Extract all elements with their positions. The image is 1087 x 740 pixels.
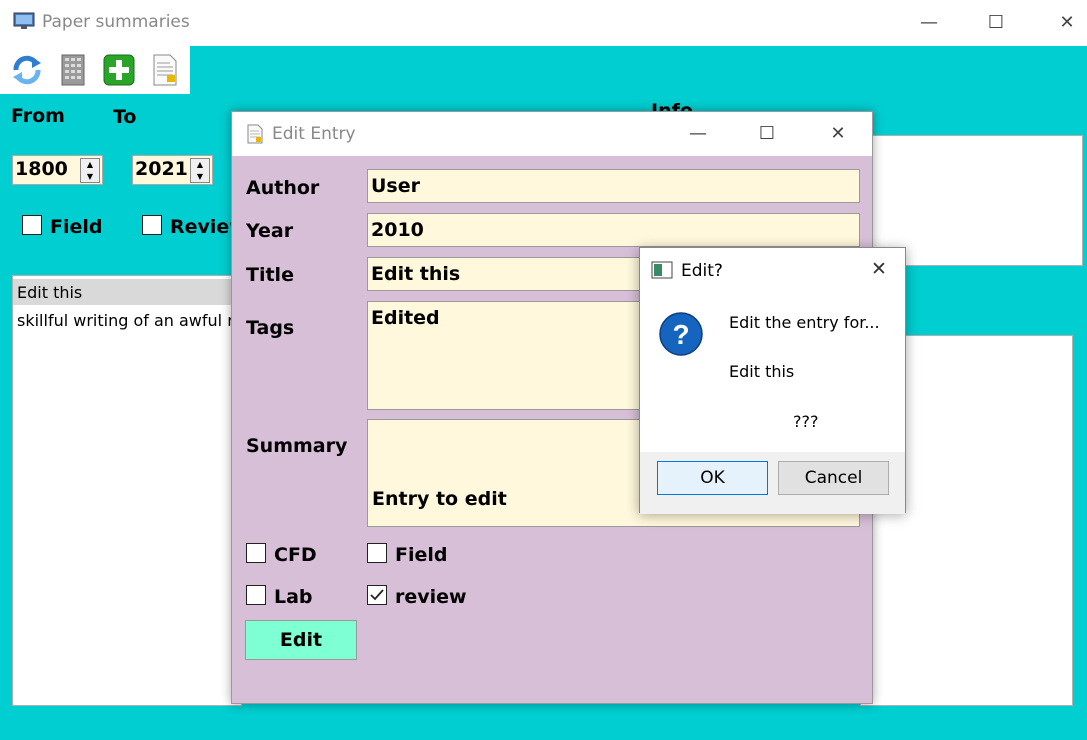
filter-field-label: Field <box>50 216 103 238</box>
confirm-message-line1: Edit the entry for... <box>729 313 880 332</box>
chevron-down-icon[interactable]: ▼ <box>81 172 99 182</box>
cfd-label: CFD <box>274 544 317 566</box>
tags-label: Tags <box>246 317 295 339</box>
dialog-minimize-button[interactable]: — <box>675 119 721 149</box>
to-year-stepper[interactable]: ▲ ▼ <box>190 158 210 183</box>
maximize-button[interactable]: ☐ <box>973 8 1019 38</box>
year-label: Year <box>246 220 294 242</box>
entries-list[interactable]: Edit this skillful writing of an awful r… <box>12 275 242 706</box>
lab-label: Lab <box>274 586 313 608</box>
close-button[interactable]: ✕ <box>1044 8 1087 38</box>
main-window-title: Paper summaries <box>42 12 190 32</box>
document-icon[interactable] <box>148 53 182 87</box>
confirm-dialog: Edit? ✕ ? Edit the entry for... Edit thi… <box>639 247 906 514</box>
question-icon: ? <box>659 312 703 356</box>
refresh-icon[interactable] <box>10 53 44 87</box>
filter-field-checkbox[interactable] <box>22 215 42 235</box>
chevron-up-icon[interactable]: ▲ <box>191 160 209 170</box>
edit-dialog-title-bar: Edit Entry — ☐ ✕ <box>232 112 872 156</box>
summary-text: Entry to edit <box>372 488 507 510</box>
dialog-close-button[interactable]: ✕ <box>815 119 861 149</box>
edit-button[interactable]: Edit <box>245 620 357 660</box>
review-label: review <box>395 586 467 608</box>
confirm-button-bar: OK Cancel <box>640 452 905 514</box>
monitor-icon <box>13 12 35 29</box>
svg-text:?: ? <box>672 319 689 350</box>
add-icon[interactable] <box>102 53 136 87</box>
confirm-message-line3: ??? <box>793 412 819 431</box>
from-year-value: 1800 <box>15 158 68 180</box>
document-icon <box>247 124 263 144</box>
chevron-up-icon[interactable]: ▲ <box>81 160 99 170</box>
review-checkbox[interactable] <box>367 585 387 605</box>
author-label: Author <box>246 177 320 199</box>
author-field[interactable]: User <box>367 169 860 203</box>
minimize-button[interactable]: — <box>906 8 952 38</box>
from-year-spinbox[interactable]: 1800 ▲ ▼ <box>12 155 103 185</box>
cancel-button[interactable]: Cancel <box>778 461 889 495</box>
from-year-stepper[interactable]: ▲ ▼ <box>80 158 100 183</box>
title-label: Title <box>246 264 294 286</box>
from-label: From <box>11 105 65 127</box>
year-field[interactable]: 2010 <box>367 213 860 247</box>
confirm-dialog-title: Edit? <box>681 261 723 281</box>
confirm-message-line2: Edit this <box>729 362 795 381</box>
lab-checkbox[interactable] <box>246 585 266 605</box>
to-year-spinbox[interactable]: 2021 ▲ ▼ <box>132 155 213 185</box>
checkmark-icon <box>370 589 384 601</box>
summary-label: Summary <box>246 435 348 457</box>
filter-review-checkbox[interactable] <box>142 215 162 235</box>
field-label: Field <box>395 544 448 566</box>
chevron-down-icon[interactable]: ▼ <box>191 172 209 182</box>
ok-button[interactable]: OK <box>657 461 768 495</box>
list-item-title: Edit this <box>17 283 83 302</box>
dialog-maximize-button[interactable]: ☐ <box>744 119 790 149</box>
edit-dialog-title: Edit Entry <box>272 124 356 144</box>
field-checkbox[interactable] <box>367 543 387 563</box>
list-item-text: skillful writing of an awful re <box>17 311 241 330</box>
to-label: To <box>113 106 137 128</box>
window-icon <box>651 261 673 279</box>
confirm-close-button[interactable]: ✕ <box>864 256 894 282</box>
database-icon[interactable] <box>56 53 90 87</box>
cfd-checkbox[interactable] <box>246 543 266 563</box>
to-year-value: 2021 <box>135 158 188 180</box>
